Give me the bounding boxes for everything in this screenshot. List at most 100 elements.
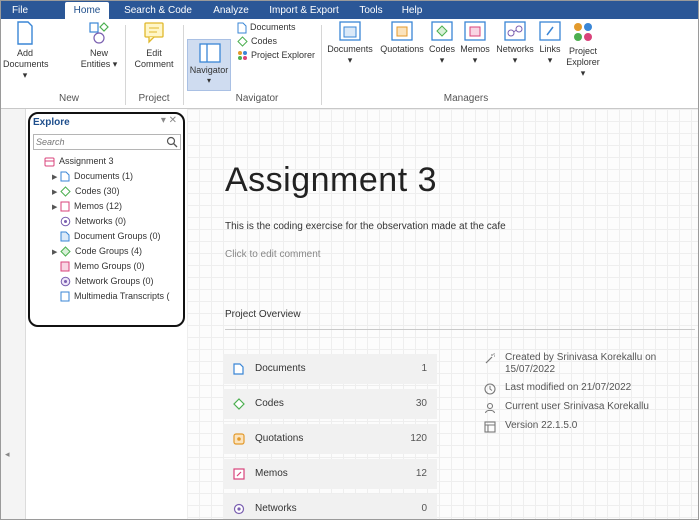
tab-tools[interactable]: Tools xyxy=(353,2,389,19)
tree-item-networks[interactable]: Networks (0) xyxy=(60,214,126,228)
transcripts-icon xyxy=(60,291,70,302)
codes-icon xyxy=(60,186,71,197)
memos-manager-button[interactable]: Memos ▾ xyxy=(457,21,493,66)
tree-item-label: Documents (1) xyxy=(74,171,134,181)
nav-documents-label: Documents xyxy=(250,22,296,32)
project-title[interactable]: Assignment 3 xyxy=(225,161,437,200)
expand-arrow-icon[interactable]: ▶ xyxy=(52,246,60,260)
tree-item-document-groups[interactable]: Document Groups (0) xyxy=(60,229,161,243)
add-document-icon xyxy=(17,21,33,45)
clock-icon xyxy=(484,383,496,395)
stat-value: 1 xyxy=(421,363,427,374)
add-documents-button[interactable]: Add Documents ▾ xyxy=(3,21,49,81)
info-created-by: Created by Srinivasa Korekallu on 15/07/… xyxy=(484,352,694,378)
ribbon-tab-bar: File Home Search & Code Analyze Import &… xyxy=(1,1,698,19)
links-manager-button[interactable]: Links ▾ xyxy=(537,21,563,66)
tree-item-label: Assignment 3 xyxy=(59,156,114,166)
links-manager-label: Links xyxy=(539,44,561,54)
tab-import-export[interactable]: Import & Export xyxy=(263,2,345,19)
nav-codes-button[interactable]: Codes xyxy=(237,34,277,48)
tree-item-code-groups[interactable]: ▶ Code Groups (4) xyxy=(52,244,142,258)
add-documents-label-1: Add xyxy=(16,48,33,58)
project-description[interactable]: This is the coding exercise for the obse… xyxy=(225,221,506,232)
quotations-manager-label: Quotations xyxy=(380,44,424,54)
quotations-manager-button[interactable]: Quotations xyxy=(377,21,427,55)
memos-manager-icon xyxy=(464,21,486,41)
info-text: Last modified on 21/07/2022 xyxy=(505,382,632,393)
group-label-managers: Managers xyxy=(443,93,489,104)
explore-panel-controls[interactable]: ▾ ✕ xyxy=(161,115,177,126)
new-entities-button[interactable]: New Entities ▾ xyxy=(79,21,119,70)
tab-analyze[interactable]: Analyze xyxy=(207,2,255,19)
tab-file[interactable]: File xyxy=(3,2,37,19)
nav-project-explorer-button[interactable]: Project Explorer xyxy=(237,48,315,62)
info-text: Current user Srinivasa Korekallu xyxy=(505,401,649,412)
tree-item-documents[interactable]: ▶ Documents (1) xyxy=(52,169,133,183)
group-label-new: New xyxy=(58,93,79,104)
links-manager-icon xyxy=(539,21,561,41)
app-window: File Home Search & Code Analyze Import &… xyxy=(0,0,699,520)
tree-item-network-groups[interactable]: Network Groups (0) xyxy=(60,274,154,288)
tree-item-multimedia-transcripts[interactable]: Multimedia Transcripts ( xyxy=(60,289,170,303)
tree-item-label: Memo Groups (0) xyxy=(74,261,145,271)
edit-comment-button[interactable]: Edit Comment xyxy=(131,21,177,70)
documents-manager-label: Documents xyxy=(327,44,373,54)
navigator-button[interactable]: Navigator ▾ xyxy=(187,39,231,91)
version-icon xyxy=(484,421,496,433)
nav-documents-button[interactable]: Documents xyxy=(237,20,296,34)
expand-arrow-icon[interactable]: ▶ xyxy=(52,171,60,185)
stat-value: 120 xyxy=(410,433,427,444)
stat-networks[interactable]: Networks 0 xyxy=(223,494,437,519)
explore-search-input[interactable] xyxy=(36,136,162,148)
codes-icon xyxy=(237,36,248,47)
memos-icon xyxy=(233,468,245,480)
nav-project-explorer-label: Project Explorer xyxy=(251,50,316,60)
expand-arrow-icon[interactable]: ▶ xyxy=(52,201,60,215)
tab-help[interactable]: Help xyxy=(395,2,429,19)
stat-memos[interactable]: Memos 12 xyxy=(223,459,437,489)
codes-manager-caret: ▾ xyxy=(439,55,445,65)
tree-item-project[interactable]: Assignment 3 xyxy=(44,154,114,168)
tree-item-label: Memos (12) xyxy=(74,201,123,211)
created-icon xyxy=(485,353,495,364)
explore-search-box xyxy=(33,134,181,150)
stat-codes[interactable]: Codes 30 xyxy=(223,389,437,419)
stat-documents[interactable]: Documents 1 xyxy=(223,354,437,384)
stat-label: Memos xyxy=(255,468,288,479)
tab-home[interactable]: Home xyxy=(65,2,109,19)
stat-label: Networks xyxy=(255,503,297,514)
tab-search-code[interactable]: Search & Code xyxy=(119,2,197,19)
project-explorer-button[interactable]: Project Explorer ▾ xyxy=(563,21,603,79)
ribbon-divider xyxy=(321,25,322,105)
edit-comment-hint[interactable]: Click to edit comment xyxy=(225,249,321,260)
tree-item-memo-groups[interactable]: Memo Groups (0) xyxy=(60,259,145,273)
overview-divider xyxy=(225,329,695,330)
networks-icon xyxy=(233,503,245,515)
project-explorer-label-1: Project xyxy=(568,46,597,56)
stat-value: 0 xyxy=(421,503,427,514)
collapse-arrow-icon[interactable]: ◂ xyxy=(5,449,10,460)
stat-quotations[interactable]: Quotations 120 xyxy=(223,424,437,454)
stat-label: Quotations xyxy=(255,433,304,444)
project-explorer-large-icon xyxy=(574,23,592,41)
project-overview-pane: Assignment 3 This is the coding exercise… xyxy=(187,109,698,519)
quotations-manager-icon xyxy=(391,21,413,41)
networks-manager-button[interactable]: Networks ▾ xyxy=(493,21,537,66)
add-documents-label-2: Documents ▾ xyxy=(3,59,49,80)
search-icon[interactable] xyxy=(166,136,178,148)
network-groups-icon xyxy=(60,276,71,287)
navigator-caret: ▾ xyxy=(206,76,211,85)
group-label-navigator: Navigator xyxy=(235,93,279,104)
left-collapse-strip[interactable]: ◂ xyxy=(1,109,26,519)
documents-manager-button[interactable]: Documents ▾ xyxy=(325,21,375,66)
new-entities-label-2: Entities ▾ xyxy=(80,59,118,69)
tree-item-codes[interactable]: ▶ Codes (30) xyxy=(52,184,120,198)
ribbon: Add Documents ▾ New Entities ▾ Edit Comm… xyxy=(1,19,698,109)
tree-item-memos[interactable]: ▶ Memos (12) xyxy=(52,199,122,213)
documents-icon xyxy=(237,22,247,34)
info-text: Version 22.1.5.0 xyxy=(505,420,578,431)
codes-manager-button[interactable]: Codes ▾ xyxy=(427,21,457,66)
expand-arrow-icon[interactable]: ▶ xyxy=(52,186,60,200)
tree-item-label: Networks (0) xyxy=(75,216,127,226)
edit-comment-label-2: Comment xyxy=(134,59,174,69)
